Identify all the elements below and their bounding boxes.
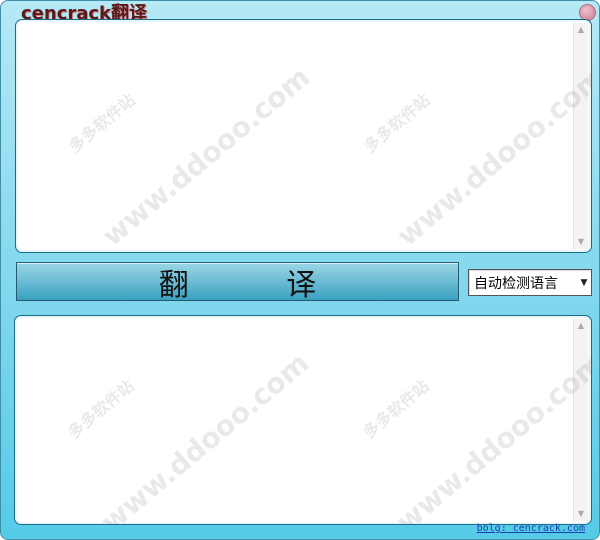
app-window: cencrack翻译 ▲ ▼ 多多软件站 www.ddooo.com 多多软件站…	[0, 0, 600, 540]
result-scrollbar[interactable]: ▲ ▼	[573, 319, 588, 521]
chevron-down-icon: ▼	[580, 277, 588, 288]
result-text-output[interactable]	[19, 319, 571, 521]
language-select[interactable]: 自动检测语言 ▼	[468, 269, 592, 296]
source-scrollbar[interactable]: ▲ ▼	[573, 23, 588, 249]
scroll-up-arrow-icon[interactable]: ▲	[574, 319, 588, 333]
scroll-down-arrow-icon[interactable]: ▼	[574, 507, 588, 521]
scroll-down-arrow-icon[interactable]: ▼	[574, 235, 588, 249]
source-text-input[interactable]	[20, 23, 571, 249]
blog-link[interactable]: bolg: cencrack.com	[477, 523, 585, 534]
result-text-pane: ▲ ▼ 多多软件站 www.ddooo.com 多多软件站 www.ddooo.…	[14, 315, 592, 525]
translate-button[interactable]: 翻 译	[16, 262, 459, 303]
source-text-pane: ▲ ▼ 多多软件站 www.ddooo.com 多多软件站 www.ddooo.…	[15, 19, 592, 253]
language-select-value: 自动检测语言	[474, 275, 558, 292]
scroll-up-arrow-icon[interactable]: ▲	[574, 23, 588, 37]
